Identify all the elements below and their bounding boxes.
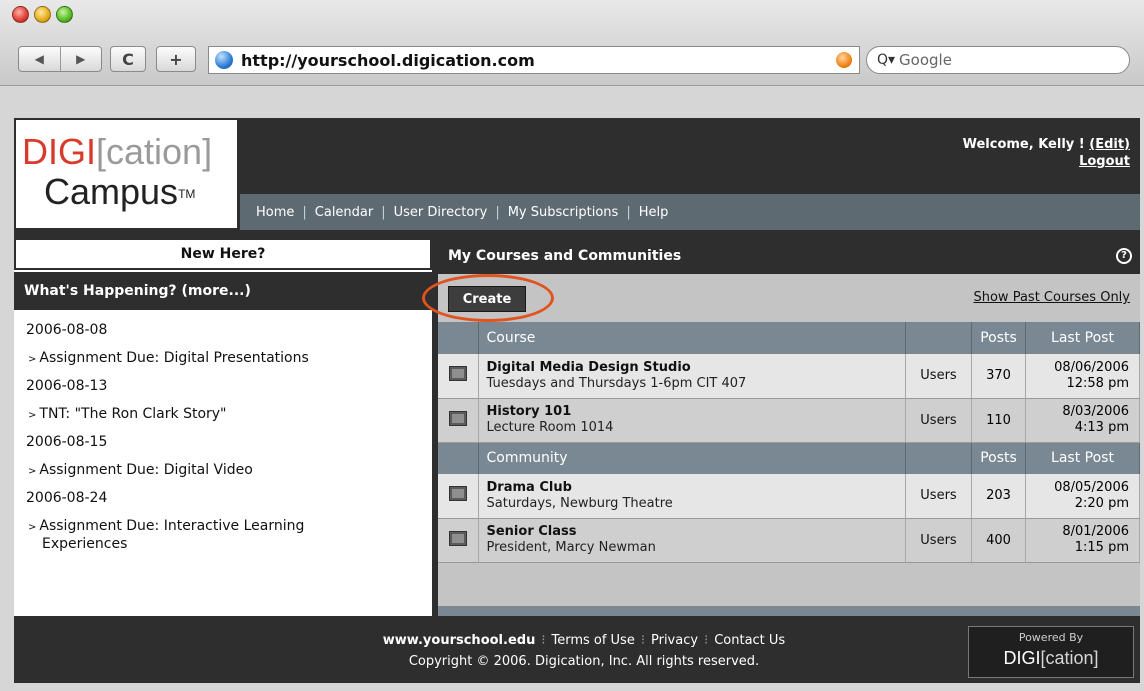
- nav-user-directory[interactable]: User Directory: [394, 205, 488, 220]
- logo-cation-text: [cation]: [96, 131, 213, 172]
- footer-links: www.yourschool.edu ⁝ Terms of Use ⁝ Privacy ⁝…: [382, 633, 786, 648]
- community-link[interactable]: Drama Club: [487, 480, 572, 495]
- event-date: 2006-08-15: [26, 434, 108, 450]
- close-window-button[interactable]: [12, 6, 29, 23]
- event-item[interactable]: > Assignment Due: Digital Video: [26, 462, 422, 480]
- rss-icon[interactable]: [836, 52, 852, 68]
- posts-column-header: Posts: [971, 322, 1026, 354]
- nav-calendar[interactable]: Calendar: [315, 205, 373, 220]
- courses-panel-title: My Courses and Communities ?: [438, 238, 1140, 274]
- welcome-text: Welcome, Kelly !: [962, 137, 1090, 152]
- course-column-header: Course: [478, 322, 906, 354]
- browser-toolbar: ◀ ▶ C + http://yourschool.digication.com…: [0, 0, 1144, 86]
- new-here-button[interactable]: New Here?: [14, 238, 432, 270]
- event-date: 2006-08-13: [26, 378, 108, 394]
- event-item[interactable]: > Assignment Due: Digital Presentations: [26, 350, 422, 368]
- table-row: History 101 Lecture Room 1014 Users 110 8…: [438, 398, 1140, 443]
- highlight-ring: [422, 274, 554, 322]
- search-icon: Q▾: [877, 52, 896, 68]
- logo-digi-text: DIGI: [22, 131, 97, 172]
- folder-icon[interactable]: [448, 366, 467, 382]
- zoom-window-button[interactable]: [56, 6, 73, 23]
- help-icon[interactable]: ?: [1116, 248, 1132, 264]
- school-link[interactable]: www.yourschool.edu: [383, 633, 536, 648]
- back-forward-buttons: ◀ ▶: [18, 46, 102, 72]
- logo-campus-text: Campus: [44, 171, 179, 212]
- site-header: DIGI[cation] CampusTM Welcome, Kelly ! (…: [14, 118, 1140, 232]
- address-bar[interactable]: http://yourschool.digication.com: [208, 46, 860, 74]
- course-header-row: Course Posts Last Post: [438, 322, 1140, 354]
- edit-profile-link[interactable]: (Edit): [1089, 137, 1130, 152]
- reload-button[interactable]: C: [110, 46, 146, 72]
- search-field[interactable]: Q▾ Google: [866, 46, 1130, 74]
- last-post-column-header: Last Post: [1025, 442, 1140, 474]
- back-button[interactable]: ◀: [19, 47, 60, 71]
- powered-by-badge[interactable]: Powered By DIGI[cation]: [968, 626, 1134, 678]
- add-bookmark-button[interactable]: +: [156, 46, 196, 72]
- course-link[interactable]: Digital Media Design Studio: [487, 360, 691, 375]
- event-date: 2006-08-08: [26, 322, 108, 338]
- copyright-text: Copyright © 2006. Digication, Inc. All r…: [408, 654, 760, 669]
- community-header-row: Community Posts Last Post: [438, 442, 1140, 474]
- users-link[interactable]: Users: [920, 413, 956, 428]
- last-post-column-header: Last Post: [1025, 322, 1140, 354]
- folder-icon[interactable]: [448, 410, 467, 426]
- site-footer: www.yourschool.edu ⁝ Terms of Use ⁝ Privacy ⁝…: [14, 622, 1140, 683]
- globe-icon: [215, 51, 233, 69]
- events-list: 2006-08-08 > Assignment Due: Digital Pres…: [14, 310, 432, 563]
- event-date: 2006-08-24: [26, 490, 108, 506]
- whats-happening-heading[interactable]: What's Happening? (more...): [14, 272, 432, 310]
- course-link[interactable]: History 101: [487, 404, 572, 419]
- search-placeholder: Google: [899, 51, 952, 69]
- nav-my-subscriptions[interactable]: My Subscriptions: [508, 205, 619, 220]
- folder-icon[interactable]: [448, 486, 467, 502]
- community-column-header: Community: [478, 442, 906, 474]
- courses-table: Course Posts Last Post Digital Media Des…: [438, 322, 1140, 563]
- folder-icon[interactable]: [448, 530, 467, 546]
- forward-button[interactable]: ▶: [59, 47, 102, 71]
- nav-home[interactable]: Home: [256, 205, 294, 220]
- welcome-box: Welcome, Kelly ! (Edit) Logout: [963, 136, 1130, 170]
- users-link[interactable]: Users: [920, 488, 956, 503]
- community-link[interactable]: Senior Class: [487, 524, 577, 539]
- event-item[interactable]: > Assignment Due: Interactive Learning Exp…: [26, 518, 422, 553]
- main-nav: Home | Calendar | User Directory | My Su…: [240, 194, 1140, 230]
- users-link[interactable]: Users: [920, 533, 956, 548]
- table-row: Digital Media Design Studio Tuesdays and …: [438, 354, 1140, 399]
- window-controls: [12, 6, 73, 23]
- event-item[interactable]: > TNT: "The Ron Clark Story": [26, 406, 422, 424]
- courses-toolbar: Create Show Past Courses Only: [422, 274, 1140, 322]
- url-text: http://yourschool.digication.com: [241, 50, 535, 70]
- contact-link[interactable]: Contact Us: [714, 633, 785, 648]
- logo-tm: TM: [178, 187, 196, 201]
- users-link[interactable]: Users: [920, 368, 956, 383]
- nav-help[interactable]: Help: [639, 205, 669, 220]
- logout-link[interactable]: Logout: [1079, 154, 1130, 169]
- left-sidebar: New Here? What's Happening? (more...) 20…: [14, 238, 432, 616]
- panel-bottom-bar: [438, 606, 1140, 616]
- courses-panel: My Courses and Communities ? Create Show…: [422, 238, 1140, 616]
- minimize-window-button[interactable]: [34, 6, 51, 23]
- posts-column-header: Posts: [971, 442, 1026, 474]
- terms-link[interactable]: Terms of Use: [551, 633, 634, 648]
- page-content: DIGI[cation] CampusTM Welcome, Kelly ! (…: [14, 118, 1140, 683]
- table-row: Senior Class President, Marcy Newman User…: [438, 518, 1140, 563]
- digication-campus-logo[interactable]: DIGI[cation] CampusTM: [14, 118, 239, 230]
- privacy-link[interactable]: Privacy: [651, 633, 698, 648]
- table-row: Drama Club Saturdays, Newburg Theatre Use…: [438, 474, 1140, 519]
- show-past-courses-link[interactable]: Show Past Courses Only: [973, 290, 1130, 305]
